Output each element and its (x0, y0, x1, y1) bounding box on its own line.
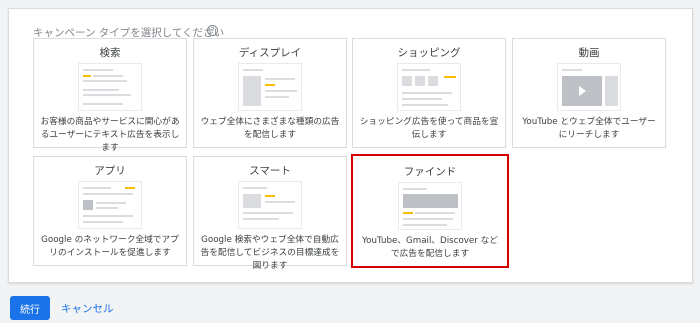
card-shopping[interactable]: ショッピング ショッピング広告を使って商品を宣伝します (352, 38, 506, 148)
card-title: ショッピング (397, 47, 461, 59)
card-description: ウェブ全体にさまざまな種類の広告を配信します (200, 117, 340, 140)
display-ad-icon (238, 63, 302, 111)
card-title: ファインド (403, 166, 457, 178)
shopping-ad-icon (397, 63, 461, 111)
app-ad-icon (78, 181, 142, 229)
cancel-link[interactable]: キャンセル (61, 301, 114, 316)
card-title: アプリ (94, 165, 126, 177)
help-icon[interactable]: ? (207, 25, 218, 36)
continue-button[interactable]: 続行 (10, 296, 50, 320)
card-description: お客様の商品やサービスに関心があるユーザーにテキスト広告を表示します (40, 117, 180, 153)
card-description: Google 検索やウェブ全体で自動広告を配信してビジネスの目標達成を図ります (200, 235, 340, 271)
card-video[interactable]: 動画 YouTube とウェブ全体でユーザーにリーチします (512, 38, 666, 148)
smart-ad-icon (238, 181, 302, 229)
search-ad-icon (78, 63, 142, 111)
card-description: Google のネットワーク全域でアプリのインストールを促進します (41, 235, 179, 258)
card-description: YouTube、Gmail、Discover などで広告を配信します (362, 236, 498, 259)
card-description: ショッピング広告を使って商品を宣伝します (359, 117, 499, 140)
campaign-type-panel: キャンペーン タイプを選択してください ? 検索 お客様の商品やサービスに関心が… (8, 8, 693, 283)
card-search[interactable]: 検索 お客様の商品やサービスに関心があるユーザーにテキスト広告を表示します (33, 38, 187, 153)
video-ad-icon (557, 63, 621, 111)
card-discovery[interactable]: ファインド YouTube、Gmail、Discover などで広告を配信します (351, 154, 509, 268)
card-title: ディスプレイ (238, 47, 302, 59)
card-description: YouTube とウェブ全体でユーザーにリーチします (522, 117, 656, 140)
card-title: 動画 (578, 47, 600, 59)
card-display[interactable]: ディスプレイ ウェブ全体にさまざまな種類の広告を配信します (193, 38, 347, 148)
discovery-ad-icon (398, 182, 462, 230)
card-title: 検索 (99, 47, 121, 59)
card-title: スマート (249, 165, 291, 177)
card-app[interactable]: アプリ Google のネットワーク全域でアプリのインストールを促進します (33, 156, 187, 266)
card-smart[interactable]: スマート Google 検索やウェブ全体で自動広告を配信してビジネスの目標達成を… (193, 156, 347, 271)
